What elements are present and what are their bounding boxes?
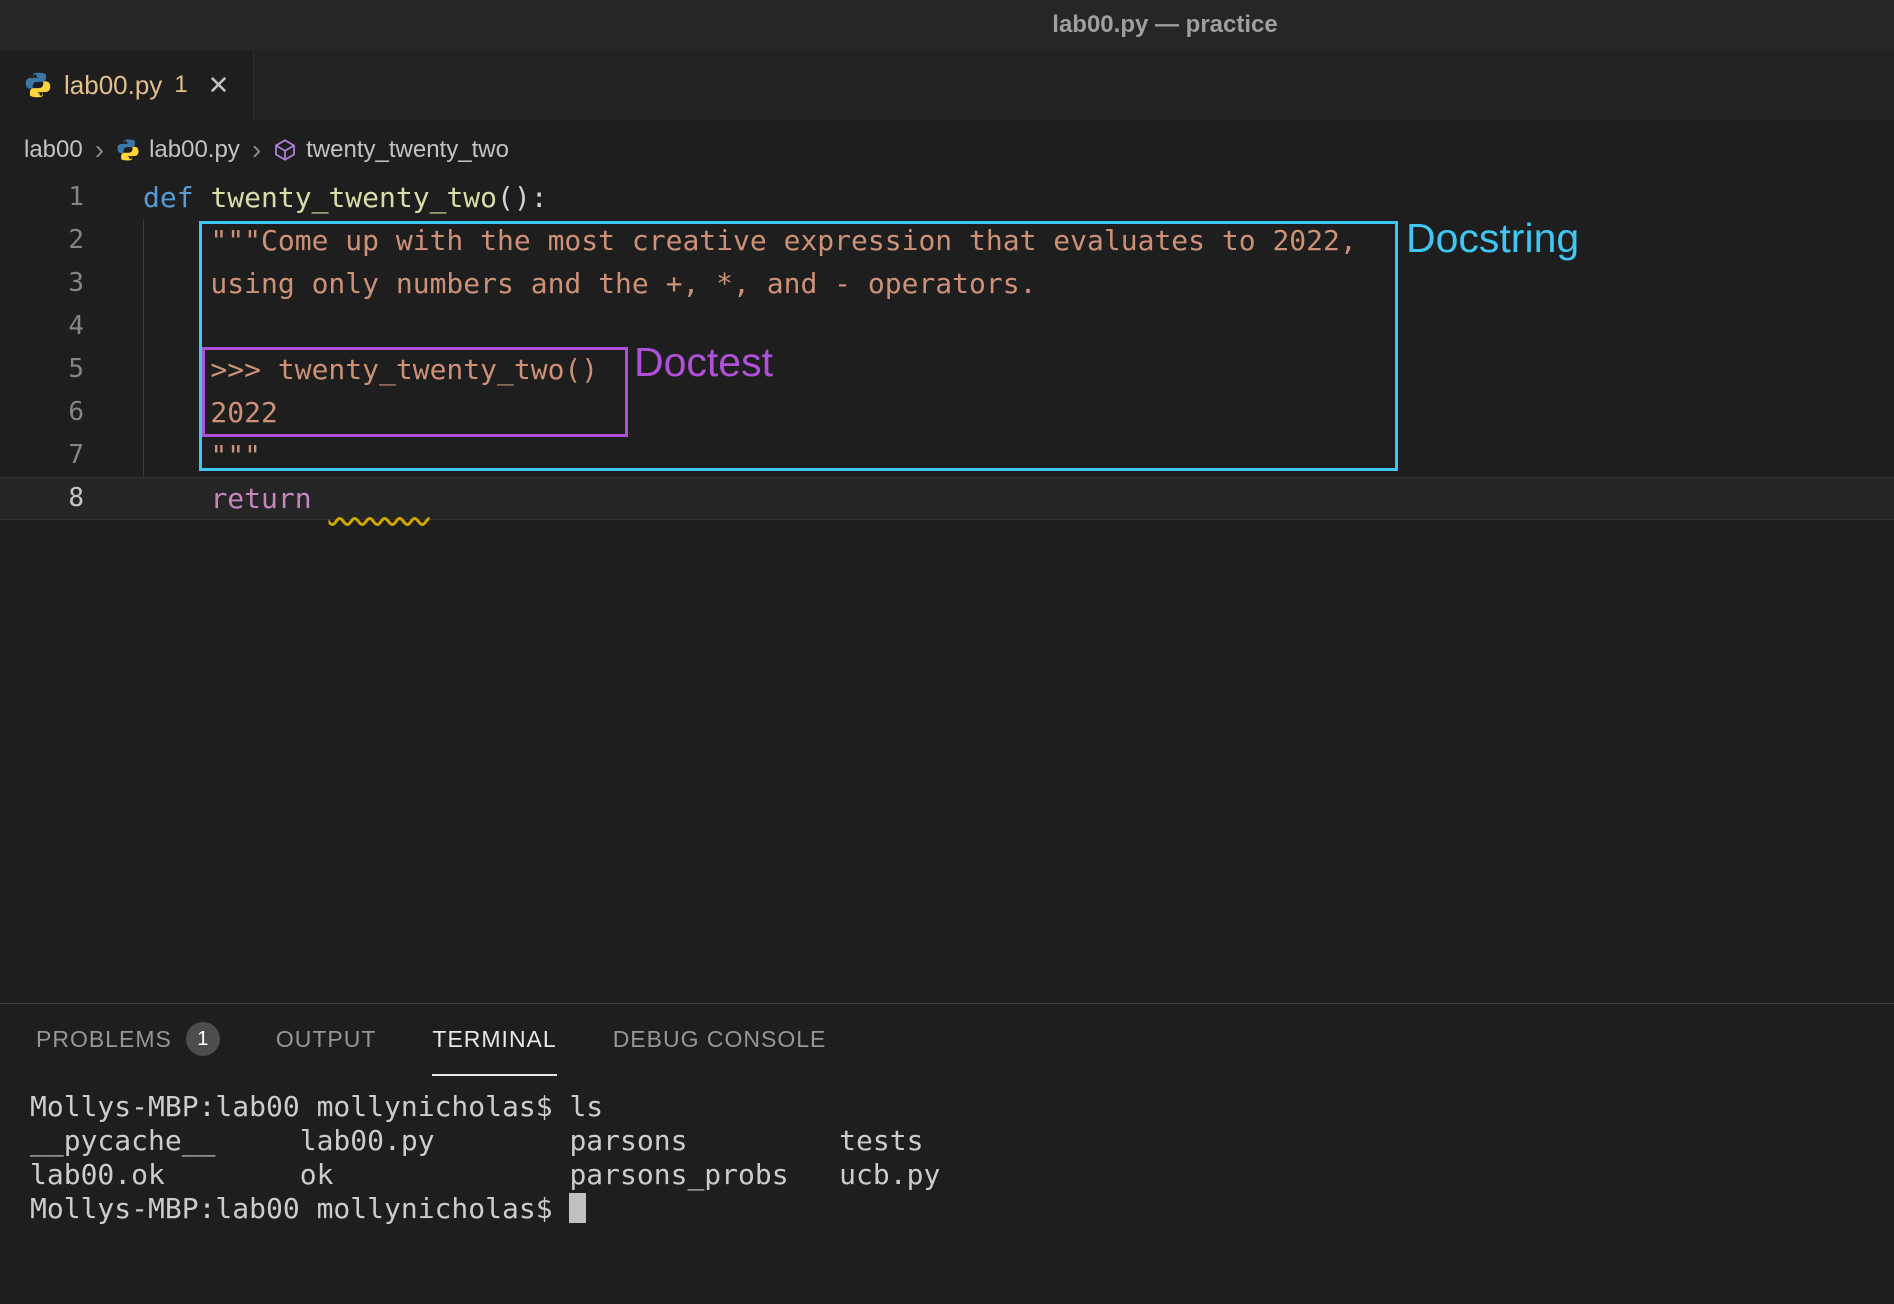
warning-squiggle [328, 482, 429, 515]
line-number: 6 [0, 391, 84, 434]
code-text: """Come up with the most creative expres… [84, 219, 1357, 262]
code-text: >>> twenty_twenty_two() [84, 348, 598, 391]
python-icon [116, 138, 140, 162]
line-number: 1 [0, 176, 84, 219]
panel-tab-label: DEBUG CONSOLE [613, 1026, 827, 1053]
tab-dirty-count: 1 [174, 71, 187, 99]
chevron-right-icon: › [252, 136, 261, 164]
titlebar: lab00.py — practice [0, 0, 1894, 50]
code-text [84, 305, 143, 348]
python-icon [24, 71, 52, 99]
bottom-panel: PROBLEMS 1 OUTPUT TERMINAL DEBUG CONSOLE Mol… [0, 1003, 1894, 1304]
panel-tab-label: PROBLEMS [36, 1026, 172, 1053]
code-lines: 1def twenty_twenty_two():2 """Come up wi… [0, 170, 1894, 1003]
tab-label: lab00.py [64, 70, 162, 101]
code-text: def twenty_twenty_two(): [84, 176, 548, 219]
code-editor[interactable]: 1def twenty_twenty_two():2 """Come up wi… [0, 170, 1894, 1003]
panel-tab-bar: PROBLEMS 1 OUTPUT TERMINAL DEBUG CONSOLE [0, 1004, 1894, 1076]
terminal-cursor [569, 1193, 586, 1223]
panel-tab-label: OUTPUT [276, 1026, 377, 1053]
chevron-right-icon: › [95, 136, 104, 164]
breadcrumb-label: lab00.py [149, 136, 240, 164]
terminal-line: lab00.ok ok parsons_probs ucb.py [30, 1158, 1894, 1192]
line-number: 2 [0, 219, 84, 262]
line-number: 5 [0, 348, 84, 391]
breadcrumb-label: lab00 [24, 136, 83, 164]
code-text: 2022 [84, 391, 278, 434]
line-number: 8 [0, 477, 84, 520]
problems-count-badge: 1 [186, 1022, 220, 1056]
panel-tab-problems[interactable]: PROBLEMS 1 [36, 1004, 220, 1076]
code-line-2[interactable]: 2 """Come up with the most creative expr… [0, 219, 1894, 262]
code-text: using only numbers and the +, *, and - o… [84, 262, 1036, 305]
indent-guide [143, 219, 144, 477]
code-line-3[interactable]: 3 using only numbers and the +, *, and -… [0, 262, 1894, 305]
breadcrumb-label: twenty_twenty_two [306, 136, 509, 164]
code-text: return [84, 477, 430, 520]
close-icon[interactable]: ✕ [208, 70, 230, 101]
code-line-7[interactable]: 7 """ [0, 434, 1894, 477]
line-number: 4 [0, 305, 84, 348]
symbol-box-icon [273, 138, 297, 162]
code-line-1[interactable]: 1def twenty_twenty_two(): [0, 176, 1894, 219]
breadcrumb-item-lab00[interactable]: lab00 [24, 136, 83, 164]
panel-tab-output[interactable]: OUTPUT [276, 1004, 377, 1076]
code-line-5[interactable]: 5 >>> twenty_twenty_two() [0, 348, 1894, 391]
code-text: """ [84, 434, 261, 477]
line-number: 7 [0, 434, 84, 477]
breadcrumb: lab00 › lab00.py › twenty_twenty_two [0, 120, 1894, 170]
panel-tab-terminal[interactable]: TERMINAL [432, 1004, 556, 1076]
window-title: lab00.py — practice [1052, 0, 1277, 50]
code-line-4[interactable]: 4 [0, 305, 1894, 348]
terminal-line: __pycache__ lab00.py parsons tests [30, 1124, 1894, 1158]
terminal-line: Mollys-MBP:lab00 mollynicholas$ ls [30, 1090, 1894, 1124]
line-number: 3 [0, 262, 84, 305]
breadcrumb-item-lab00-py[interactable]: lab00.py [116, 136, 240, 164]
terminal-line: Mollys-MBP:lab00 mollynicholas$ [30, 1192, 1894, 1226]
panel-tab-label: TERMINAL [432, 1026, 556, 1053]
tab-bar: lab00.py 1 ✕ [0, 50, 1894, 120]
tab-lab00-py[interactable]: lab00.py 1 ✕ [0, 50, 254, 120]
panel-tab-debug-console[interactable]: DEBUG CONSOLE [613, 1004, 827, 1076]
terminal[interactable]: Mollys-MBP:lab00 mollynicholas$ ls__pyca… [0, 1076, 1894, 1226]
code-line-6[interactable]: 6 2022 [0, 391, 1894, 434]
vscode-window: lab00.py — practice lab00.py 1 ✕ lab00 › … [0, 0, 1894, 1304]
code-line-8[interactable]: 8 return [0, 477, 1894, 520]
breadcrumb-item-twenty-twenty-two[interactable]: twenty_twenty_two [273, 136, 509, 164]
